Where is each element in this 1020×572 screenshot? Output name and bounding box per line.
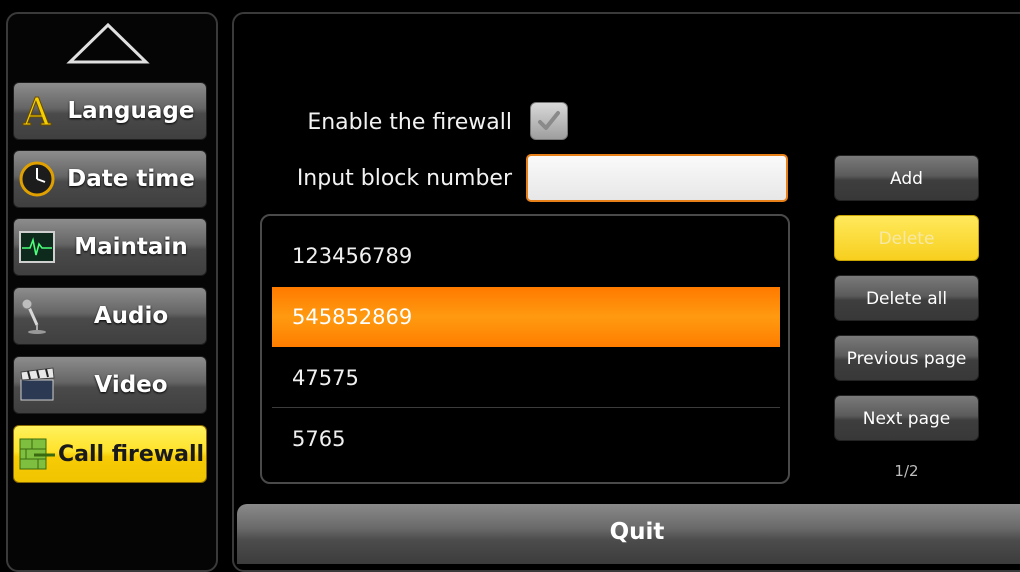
list-item[interactable]: 5765 [272, 409, 780, 469]
clock-icon [18, 160, 56, 198]
list-item-selected[interactable]: 545852869 [272, 287, 780, 347]
page-indicator: 1/2 [894, 462, 919, 480]
delete-button[interactable]: Delete [834, 215, 979, 261]
sidebar-item-audio[interactable]: Audio [13, 287, 207, 345]
sidebar-item-label: Maintain [74, 234, 188, 260]
sidebar-item-call-firewall[interactable]: Call firewall [13, 425, 207, 483]
sidebar-item-maintain[interactable]: Maintain [13, 218, 207, 276]
sidebar-item-video[interactable]: Video [13, 356, 207, 414]
next-page-button[interactable]: Next page [834, 395, 979, 441]
sidebar-item-label: Video [94, 372, 168, 398]
sidebar-item-date-time[interactable]: Date time [13, 150, 207, 208]
monitor-waveform-icon [18, 228, 56, 266]
sidebar-item-label: Date time [67, 166, 195, 192]
add-button[interactable]: Add [834, 155, 979, 201]
delete-all-button[interactable]: Delete all [834, 275, 979, 321]
enable-firewall-label: Enable the firewall [307, 110, 512, 135]
blocked-numbers-list: 123456789 545852869 47575 5765 [260, 214, 790, 484]
enable-firewall-checkbox[interactable] [530, 102, 568, 140]
sidebar-item-language[interactable]: A Language [13, 82, 207, 140]
sidebar-item-label: Call firewall [57, 441, 205, 467]
firewall-brick-icon [18, 435, 56, 473]
list-item[interactable]: 123456789 [272, 226, 780, 286]
sidebar-item-label: Language [67, 98, 195, 124]
quit-button[interactable]: Quit [237, 504, 1020, 564]
microphone-icon [18, 297, 56, 335]
block-number-input[interactable] [526, 154, 788, 202]
language-letter-a-icon: A [18, 92, 56, 130]
sidebar-item-label: Audio [93, 303, 169, 329]
scroll-up-arrow-icon[interactable] [66, 22, 150, 66]
clapperboard-icon [18, 366, 56, 404]
svg-text:A: A [22, 92, 51, 130]
checkmark-icon [538, 111, 560, 130]
previous-page-button[interactable]: Previous page [834, 335, 979, 381]
block-number-label: Input block number [296, 166, 512, 191]
list-item[interactable]: 47575 [272, 348, 780, 408]
